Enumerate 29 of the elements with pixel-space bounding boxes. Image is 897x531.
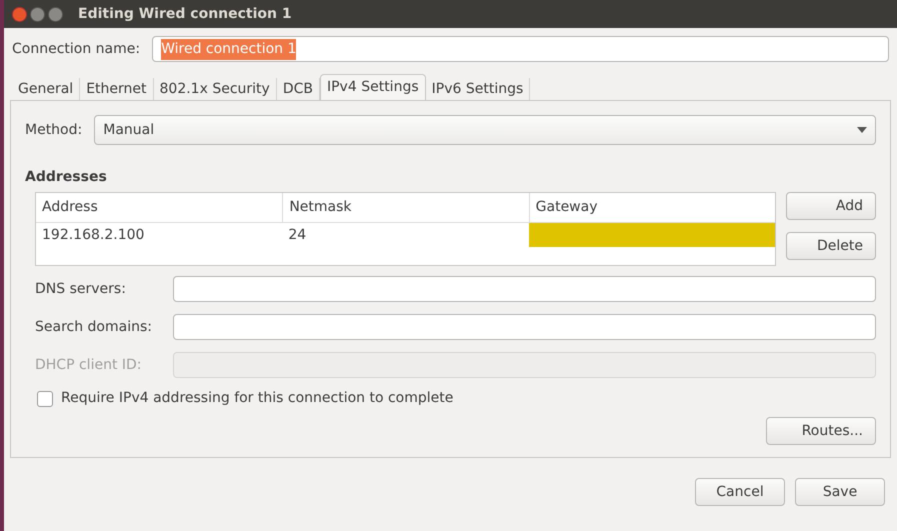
close-icon[interactable] [12, 6, 27, 22]
table-action-button[interactable]: Add [786, 192, 876, 220]
caret-icon [857, 127, 867, 133]
table-action-button[interactable]: Delete [786, 232, 876, 260]
input-field[interactable] [173, 276, 876, 302]
column-header[interactable]: Netmask [282, 193, 529, 222]
table-cell[interactable] [528, 223, 775, 247]
field-label: DNS servers: [35, 280, 127, 298]
tab[interactable]: IPv4 Settings [320, 74, 426, 100]
window-title: Editing Wired connection 1 [78, 4, 292, 24]
maximize-icon[interactable] [48, 6, 63, 22]
checkbox[interactable] [37, 390, 53, 406]
column-header[interactable]: Gateway [528, 193, 775, 222]
routes-button[interactable]: Routes... [766, 417, 876, 445]
checkbox-label: Require IPv4 addressing for this connection to complete [61, 389, 454, 408]
field-label: Search domains: [35, 318, 153, 336]
method-dropdown[interactable]: Manual [94, 115, 876, 145]
field-label: DHCP client ID: [35, 356, 143, 374]
section-heading: Addresses [25, 168, 108, 187]
field-label: Method: [25, 120, 82, 140]
column-header[interactable]: Address [36, 193, 282, 222]
table-cell[interactable]: 24 [282, 223, 529, 247]
dialog-button[interactable]: Cancel [695, 478, 785, 506]
input-field[interactable] [173, 314, 876, 340]
input-field[interactable] [173, 352, 876, 378]
field-label: Connection name: [12, 40, 140, 58]
table-cell[interactable]: 192.168.2.100 [36, 223, 282, 247]
dialog-button[interactable]: Save [795, 478, 885, 506]
minimize-icon[interactable] [30, 6, 45, 22]
